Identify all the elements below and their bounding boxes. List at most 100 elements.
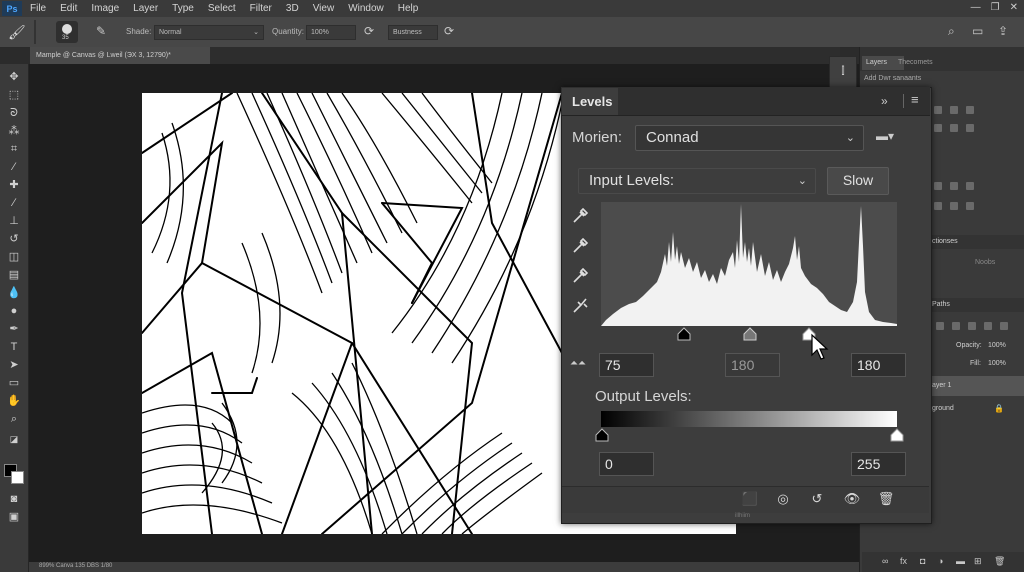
adjust-icon-7[interactable]	[934, 182, 942, 190]
menu-select[interactable]: Select	[208, 3, 236, 14]
new-layer-icon[interactable]: ⊞	[974, 556, 982, 567]
default-colors-icon[interactable]: ◪	[6, 432, 22, 446]
adjust-icon-1[interactable]	[934, 106, 942, 114]
filter-icon-3[interactable]	[968, 322, 976, 330]
filter-icon-2[interactable]	[952, 322, 960, 330]
link-icon[interactable]: ∞	[882, 556, 888, 566]
folder-icon[interactable]: ▬	[956, 556, 965, 566]
eraser-tool-icon[interactable]: ◫	[6, 250, 22, 264]
preset-options-icon[interactable]: ▬▾	[876, 129, 894, 143]
menu-file[interactable]: File	[30, 3, 46, 14]
move-tool-icon[interactable]: ✥	[6, 70, 22, 84]
lasso-tool-icon[interactable]: ᘐ	[6, 106, 22, 120]
clipping-icon[interactable]: ⏶⏶	[570, 358, 586, 369]
clip-to-layer-icon[interactable]: ⬛	[741, 491, 759, 507]
eyedropper-tool-icon[interactable]: ⁄	[6, 160, 22, 174]
stamp-tool-icon[interactable]: ⊥	[6, 214, 22, 228]
menu-help[interactable]: Help	[398, 3, 419, 14]
levels-title[interactable]: Levels	[562, 88, 618, 115]
trash-icon[interactable]: 🗑	[877, 491, 895, 507]
input-black-field[interactable]: 75	[599, 353, 654, 377]
reset-icon[interactable]: ↺	[808, 491, 826, 507]
opacity-value-dock[interactable]: 100%	[988, 342, 1006, 349]
layer-1-name[interactable]: ayer 1	[932, 382, 951, 389]
menu-view[interactable]: View	[313, 3, 335, 14]
auto-button[interactable]: Slow	[827, 167, 889, 195]
quick-mask-icon[interactable]: ◙	[6, 492, 22, 506]
document-tab[interactable]: Mample @ Canvas @ Lweil (ЭX 3, 12790)*	[30, 47, 210, 64]
fx-icon[interactable]: fx	[900, 556, 907, 566]
eyedropper-white-icon[interactable]	[571, 265, 591, 285]
menu-filter[interactable]: Filter	[250, 3, 272, 14]
adjust-icon-5[interactable]	[950, 124, 958, 132]
output-white-slider[interactable]	[890, 428, 904, 442]
output-black-slider[interactable]	[595, 428, 609, 442]
fill-value-dock[interactable]: 100%	[988, 360, 1006, 367]
mode-dropdown[interactable]: Normal ⌄	[154, 25, 264, 40]
eye-icon[interactable]: 👁	[843, 491, 861, 507]
preset-dropdown[interactable]: Connad ⌄	[635, 125, 864, 151]
zoom-tool-icon[interactable]: ⌕	[6, 412, 22, 426]
healing-tool-icon[interactable]: ✚	[6, 178, 22, 192]
tab-layers[interactable]: Layers	[866, 59, 887, 66]
menu-image[interactable]: Image	[91, 3, 119, 14]
pen-tool-icon[interactable]: ✒	[6, 322, 22, 336]
close-icon[interactable]: ✕	[1010, 2, 1018, 13]
eyedropper-black-icon[interactable]	[571, 205, 591, 225]
adjust-icon-11[interactable]	[950, 202, 958, 210]
screen-mode-icon[interactable]: ▣	[6, 510, 22, 524]
input-gamma-field[interactable]: 180	[725, 353, 780, 377]
adjust-icon-4[interactable]	[934, 124, 942, 132]
brush-settings-icon[interactable]: ✎	[96, 24, 106, 38]
filter-icon-4[interactable]	[984, 322, 992, 330]
gradient-tool-icon[interactable]: ▤	[6, 268, 22, 282]
tab-other[interactable]: Thecomets	[898, 59, 933, 66]
magic-wand-icon[interactable]: ⁂	[6, 124, 22, 138]
input-gamma-slider[interactable]	[743, 327, 757, 341]
delete-layer-icon[interactable]: 🗑	[994, 556, 1005, 567]
adjust-icon-12[interactable]	[966, 202, 974, 210]
brush-preset-picker[interactable]: 35	[56, 21, 78, 43]
collapsed-panel-icon[interactable]: ⫿	[829, 56, 857, 88]
type-tool-icon[interactable]: T	[6, 340, 22, 354]
menu-3d[interactable]: 3D	[286, 3, 299, 14]
crop-tool-icon[interactable]: ⌗	[6, 142, 22, 156]
background-color[interactable]	[11, 471, 24, 484]
dodge-tool-icon[interactable]: ●	[6, 304, 22, 318]
restore-icon[interactable]: ❐	[991, 2, 1000, 13]
brush-tool-icon[interactable]: 🖌	[8, 24, 26, 41]
shape-tool-icon[interactable]: ▭	[6, 376, 22, 390]
blur-tool-icon[interactable]: 💧	[6, 286, 22, 300]
target-adjust-icon[interactable]	[571, 295, 591, 315]
layer-2-name[interactable]: ground	[932, 405, 954, 412]
adjust-icon-2[interactable]	[950, 106, 958, 114]
airbrush-icon[interactable]: ⟳	[444, 24, 454, 38]
hand-tool-icon[interactable]: ✋	[6, 394, 22, 408]
menu-edit[interactable]: Edit	[60, 3, 77, 14]
view-previous-icon[interactable]: ◎	[774, 491, 792, 507]
path-select-icon[interactable]: ➤	[6, 358, 22, 372]
panel-menu-icon[interactable]: ≡	[911, 92, 919, 107]
eyedropper-gray-icon[interactable]	[571, 235, 591, 255]
opacity-field[interactable]: 100%	[306, 25, 356, 40]
adjust-icon-3[interactable]	[966, 106, 974, 114]
menu-layer[interactable]: Layer	[133, 3, 158, 14]
pressure-icon[interactable]: ⟳	[364, 24, 374, 38]
adjust-icon-9[interactable]	[966, 182, 974, 190]
flow-field[interactable]: Bustness	[388, 25, 438, 40]
menu-type[interactable]: Type	[172, 3, 194, 14]
filter-icon-5[interactable]	[1000, 322, 1008, 330]
input-levels-dropdown[interactable]: Input Levels: ⌄	[578, 168, 816, 194]
share-icon[interactable]: ⇪	[998, 24, 1008, 38]
marquee-tool-icon[interactable]: ⬚	[6, 88, 22, 102]
output-white-field[interactable]: 255	[851, 452, 906, 476]
output-black-field[interactable]: 0	[599, 452, 654, 476]
menu-window[interactable]: Window	[348, 3, 384, 14]
input-black-slider[interactable]	[677, 327, 691, 341]
mask-icon[interactable]: ◘	[920, 556, 925, 566]
collapse-icon[interactable]: »	[881, 94, 888, 108]
brush-tool-icon[interactable]: ∕	[6, 196, 22, 210]
workspace-icon[interactable]: ▭	[972, 24, 983, 38]
input-white-field[interactable]: 180	[851, 353, 906, 377]
search-icon[interactable]: ⌕	[948, 24, 955, 39]
